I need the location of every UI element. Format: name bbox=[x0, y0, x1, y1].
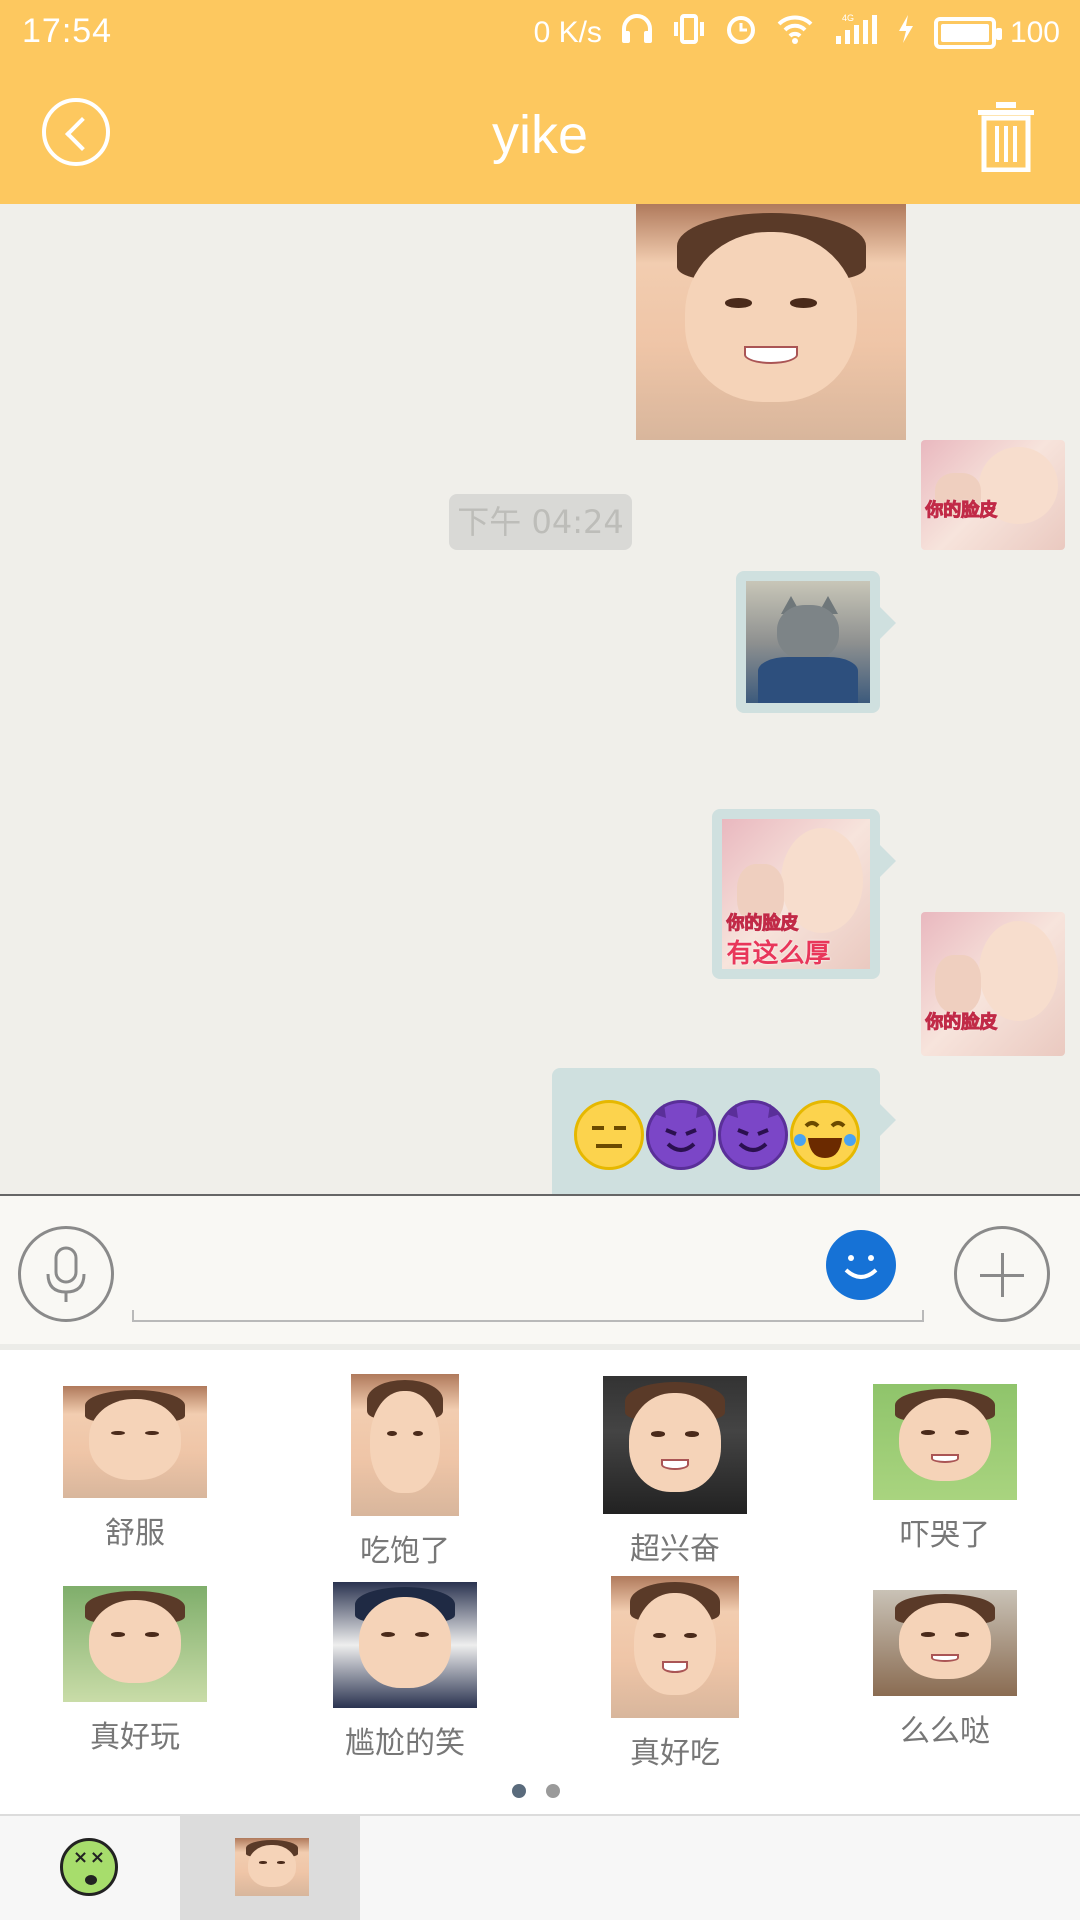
message-image-baby[interactable] bbox=[636, 204, 906, 440]
tears-of-joy-icon bbox=[790, 1100, 860, 1170]
tab-emoji-pack[interactable] bbox=[0, 1816, 180, 1920]
battery-indicator: 100 bbox=[933, 16, 1060, 50]
svg-text:4G: 4G bbox=[842, 13, 854, 23]
message-timestamp: 下午 04:24 bbox=[449, 494, 632, 550]
sticker-label: 舒服 bbox=[105, 1516, 165, 1551]
signal-4g-icon: 4G bbox=[832, 12, 878, 54]
smiling-devil-icon bbox=[646, 1100, 716, 1170]
sticker-item[interactable]: 真好玩 bbox=[0, 1586, 270, 1756]
sticker-item[interactable]: 舒服 bbox=[0, 1386, 270, 1552]
sticker-label: 真好玩 bbox=[90, 1720, 180, 1755]
title-bar: yike bbox=[0, 66, 1080, 204]
avatar[interactable]: 你的脸皮 bbox=[921, 440, 1065, 550]
status-time: 17:54 bbox=[22, 12, 113, 50]
page-title: yike bbox=[491, 105, 589, 165]
sticker-item[interactable]: 真好吃 bbox=[540, 1576, 810, 1772]
sticker-thumbnail bbox=[351, 1374, 459, 1516]
status-bar: 17:54 0 K/s 4G 100 bbox=[0, 0, 1080, 66]
sticker-label: 尴尬的笑 bbox=[345, 1726, 465, 1761]
sticker-item[interactable]: 么么哒 bbox=[810, 1590, 1080, 1750]
sticker-item[interactable]: 吓哭了 bbox=[810, 1384, 1080, 1554]
wifi-icon bbox=[776, 13, 814, 53]
input-underline-right bbox=[922, 1310, 924, 1322]
sticker-label: 真好吃 bbox=[630, 1736, 720, 1771]
status-icons: 0 K/s 4G 100 bbox=[534, 10, 1060, 56]
message-image-meme[interactable]: 你的脸皮 有这么厚 bbox=[722, 819, 870, 969]
sticker-thumbnail bbox=[873, 1384, 1017, 1500]
sticker-panel: 舒服 吃饱了 超兴奋 吓哭了 真好玩 尴尬的笑 真好吃 么么哒 bbox=[0, 1344, 1080, 1814]
chat-screen: 17:54 0 K/s 4G 100 yike 你的脸皮 下午 04:24 你的… bbox=[0, 0, 1080, 1920]
plus-icon[interactable] bbox=[954, 1226, 1050, 1322]
page-indicator bbox=[512, 1784, 560, 1798]
mic-icon[interactable] bbox=[18, 1226, 114, 1322]
sticker-thumbnail bbox=[611, 1576, 739, 1718]
sticker-label: 么么哒 bbox=[900, 1714, 990, 1749]
sticker-pack-tabs bbox=[0, 1814, 1080, 1920]
chat-area[interactable]: 你的脸皮 下午 04:24 你的脸皮 你的脸皮 有这么厚 你的脸皮 bbox=[0, 204, 1080, 1196]
sticker-item[interactable]: 吃饱了 bbox=[270, 1374, 540, 1570]
page-dot-2[interactable] bbox=[546, 1784, 560, 1798]
sticker-thumbnail bbox=[603, 1376, 747, 1514]
sticker-label: 吃饱了 bbox=[360, 1534, 450, 1569]
alarm-icon bbox=[724, 12, 758, 54]
sticker-label: 吓哭了 bbox=[900, 1518, 990, 1553]
page-dot-1[interactable] bbox=[512, 1784, 526, 1798]
input-underline-left bbox=[132, 1310, 134, 1322]
sticker-label: 超兴奋 bbox=[630, 1532, 720, 1567]
battery-level: 100 bbox=[1009, 16, 1060, 49]
sticker-item[interactable]: 尴尬的笑 bbox=[270, 1582, 540, 1762]
message-input[interactable] bbox=[132, 1226, 924, 1322]
headphones-icon bbox=[620, 13, 654, 53]
expressionless-face-icon bbox=[574, 1100, 644, 1170]
baby-sticker-pack-icon bbox=[235, 1838, 309, 1896]
smiley-icon[interactable] bbox=[826, 1230, 896, 1300]
net-speed: 0 K/s bbox=[533, 16, 602, 49]
sticker-thumbnail bbox=[63, 1386, 207, 1498]
sticker-thumbnail bbox=[63, 1586, 207, 1702]
charging-icon bbox=[896, 13, 916, 53]
zombie-face-icon bbox=[60, 1838, 118, 1896]
avatar[interactable]: 你的脸皮 bbox=[921, 912, 1065, 1056]
trash-icon[interactable] bbox=[976, 102, 1036, 173]
top-bar: 17:54 0 K/s 4G 100 yike bbox=[0, 0, 1080, 204]
sticker-thumbnail bbox=[873, 1590, 1017, 1696]
message-bubble-emoji[interactable] bbox=[552, 1068, 896, 1194]
sticker-thumbnail bbox=[333, 1582, 477, 1708]
vibrate-icon bbox=[672, 13, 706, 53]
tab-baby-pack[interactable] bbox=[180, 1816, 360, 1920]
input-bar bbox=[0, 1196, 1080, 1344]
battery-icon bbox=[933, 17, 1002, 49]
smiling-devil-icon bbox=[718, 1100, 788, 1170]
sticker-item[interactable]: 超兴奋 bbox=[540, 1376, 810, 1568]
message-image-cat[interactable] bbox=[746, 581, 870, 703]
message-bubble[interactable]: 你的脸皮 有这么厚 bbox=[712, 809, 896, 979]
message-bubble[interactable] bbox=[736, 571, 896, 713]
